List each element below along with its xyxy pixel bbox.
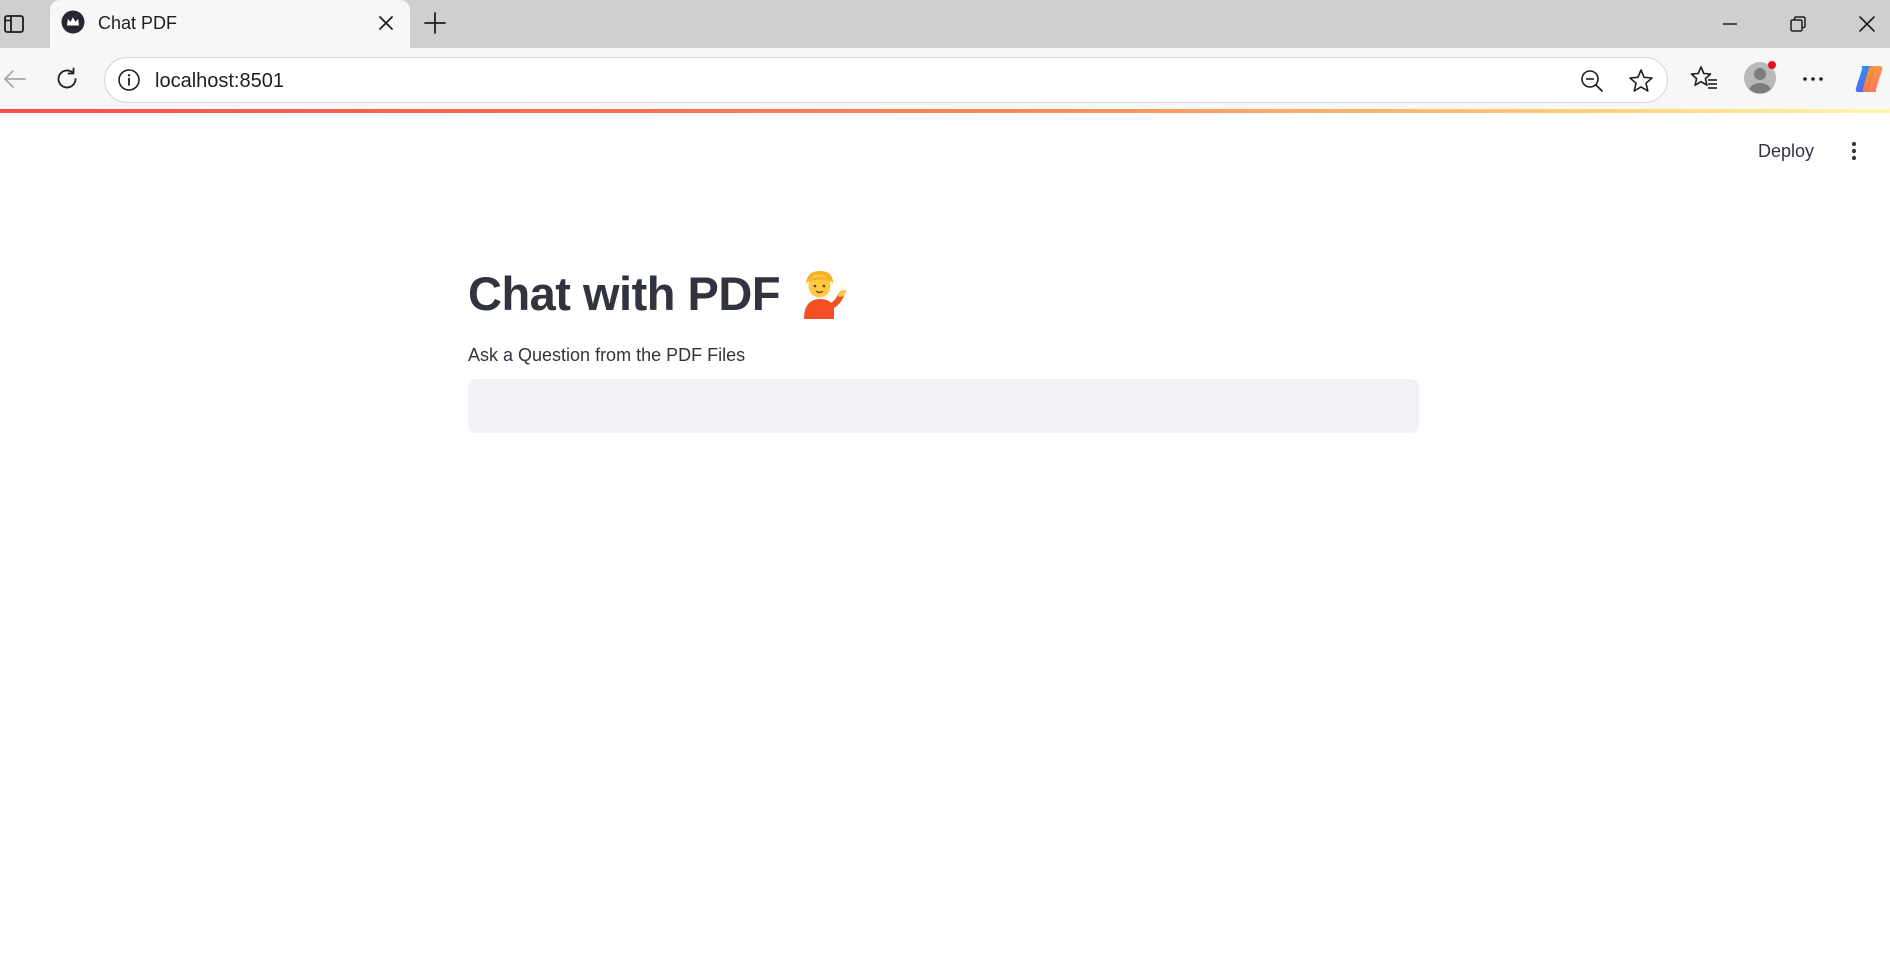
plus-icon[interactable] — [422, 10, 448, 36]
zoom-out-icon[interactable] — [1579, 68, 1605, 94]
avatar-icon[interactable] — [1742, 60, 1778, 96]
page-title-row: Chat with PDF — [468, 263, 850, 323]
person-tipping-hand-emoji — [798, 267, 850, 319]
info-icon[interactable] — [116, 67, 142, 93]
close-icon[interactable] — [1855, 12, 1879, 36]
browser-toolbar: localhost:8501 — [0, 48, 1890, 110]
url-text[interactable]: localhost:8501 — [155, 70, 284, 93]
more-horizontal-icon[interactable] — [1798, 64, 1828, 94]
reload-icon[interactable] — [52, 64, 82, 94]
app-main: Deploy Chat with PDF Ask a Question from… — [0, 113, 1890, 973]
question-input[interactable] — [468, 379, 1419, 433]
browser-tab-active[interactable]: Chat PDF — [50, 0, 410, 49]
deploy-button[interactable]: Deploy — [1752, 137, 1820, 165]
browser-tabstrip: Chat PDF — [0, 0, 1890, 49]
more-vertical-icon[interactable] — [1840, 137, 1868, 165]
star-icon[interactable] — [1627, 67, 1655, 95]
close-icon[interactable] — [375, 12, 397, 34]
crown-icon — [61, 10, 85, 34]
question-label: Ask a Question from the PDF Files — [468, 345, 746, 365]
arrow-left-icon[interactable] — [0, 64, 30, 94]
page-title: Chat with PDF — [468, 266, 781, 320]
restore-icon[interactable] — [1786, 12, 1810, 36]
copilot-icon[interactable] — [1852, 62, 1886, 96]
address-bar[interactable]: localhost:8501 — [104, 57, 1668, 103]
tab-title: Chat PDF — [98, 13, 178, 33]
favorites-icon[interactable] — [1689, 64, 1719, 94]
sidebar-icon[interactable] — [0, 10, 28, 38]
minimize-icon[interactable] — [1718, 12, 1742, 36]
